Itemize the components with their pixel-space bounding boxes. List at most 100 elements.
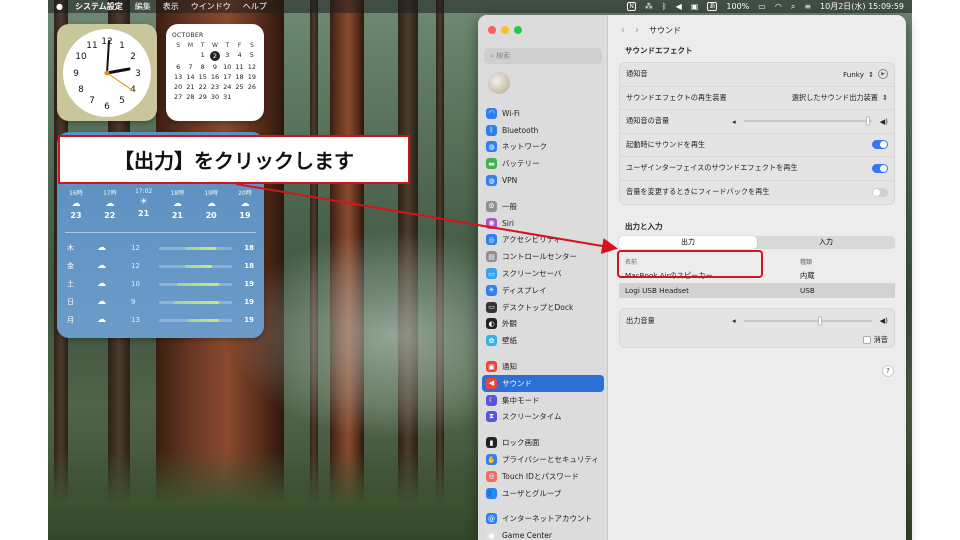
sidebar-item[interactable]: ⚙ 一般: [482, 198, 604, 215]
sidebar-item[interactable]: ◍ VPN: [482, 172, 604, 189]
alert-volume-slider[interactable]: [743, 116, 872, 127]
ui-effects-toggle[interactable]: [872, 163, 888, 173]
sidebar-search-input[interactable]: ⌕ 検索: [484, 48, 602, 64]
alert-volume-knob[interactable]: [865, 116, 870, 127]
sidebar-item[interactable]: 👥 ユーザとグループ: [482, 485, 604, 502]
sidebar-item[interactable]: ● Game Center: [482, 527, 604, 540]
battery-icon[interactable]: ▭: [758, 2, 766, 11]
sidebar-item[interactable]: ✋ プライバシーとセキュリティ: [482, 451, 604, 468]
sidebar-item[interactable]: ◍ ネットワーク: [482, 139, 604, 156]
sidebar-item[interactable]: ◉ Siri: [482, 215, 604, 232]
menu-help[interactable]: ヘルプ: [243, 1, 267, 12]
sidebar-item-label: ユーザとグループ: [502, 488, 562, 498]
control-center-icon[interactable]: ≡: [804, 2, 811, 11]
sidebar-item-label: Siri: [502, 218, 515, 228]
mute-checkbox[interactable]: [862, 335, 871, 344]
back-chevron-icon[interactable]: ‹: [621, 25, 625, 36]
day-high: 18: [244, 244, 254, 252]
volume-feedback-toggle[interactable]: [872, 187, 888, 197]
menu-view[interactable]: 表示: [163, 1, 179, 12]
sidebar-item[interactable]: @ インターネットアカウント: [482, 511, 604, 528]
calendar-day: 10: [223, 63, 232, 71]
sidebar-item[interactable]: ☾ 集中モード: [482, 392, 604, 409]
sidebar-item[interactable]: ✿ 壁紙: [482, 332, 604, 349]
sidebar-item[interactable]: ◐ 外観: [482, 316, 604, 333]
menu-datetime[interactable]: 10月2日(水) 15:09:59: [820, 1, 904, 12]
hour-temp: 21: [138, 209, 150, 218]
volume-icon[interactable]: ◀: [676, 2, 682, 11]
svg-text:12: 12: [101, 37, 112, 47]
bluetooth-icon[interactable]: ᛒ: [662, 2, 667, 11]
calendar-day: 26: [247, 83, 256, 91]
calendar-day: 7: [188, 63, 193, 71]
play-device-select[interactable]: 選択したサウンド出力装置: [792, 93, 878, 103]
hour-temp: 19: [239, 211, 251, 220]
calendar-weekday: S: [176, 42, 181, 49]
play-device-row[interactable]: サウンドエフェクトの再生装置 選択したサウンド出力装置 ⇕: [620, 87, 894, 110]
sidebar-item-label: Wi-Fi: [502, 108, 520, 118]
help-button[interactable]: ?: [882, 365, 894, 377]
sidebar-item[interactable]: ◎ アクセシビリティ: [482, 232, 604, 249]
output-volume-slider[interactable]: [743, 315, 872, 326]
minimize-button[interactable]: [501, 26, 509, 34]
apple-icon[interactable]: ●: [56, 2, 63, 11]
tab-input[interactable]: 入力: [757, 236, 895, 249]
sidebar-item-label: サウンド: [502, 378, 532, 388]
temp-range-fill: [188, 318, 219, 322]
calendar-widget[interactable]: OCTOBER S M T W T F S 1 2 3 4 5 6 7 8 9 10 11 12 13 14 15 16 17…: [166, 24, 264, 121]
forward-chevron-icon[interactable]: ›: [635, 25, 639, 36]
sidebar-item[interactable]: ▬ バッテリー: [482, 155, 604, 172]
sidebar-item[interactable]: ▭ スクリーンセーバ: [482, 265, 604, 282]
alert-sound-select[interactable]: Funky: [843, 70, 864, 79]
sidebar-item[interactable]: ☀ ディスプレイ: [482, 282, 604, 299]
close-button[interactable]: [488, 26, 496, 34]
sidebar-item-label: Game Center: [502, 531, 552, 540]
wifi-icon[interactable]: ◠: [775, 2, 782, 11]
record-icon[interactable]: ▣: [691, 2, 699, 11]
play-icon[interactable]: ▶: [878, 69, 888, 80]
zoom-button[interactable]: [514, 26, 522, 34]
temp-range-bar: [159, 246, 232, 250]
input-method-icon[interactable]: あ: [707, 2, 718, 11]
table-row[interactable]: Logi USB Headset USB: [619, 283, 895, 298]
speaker-low-icon: ◂: [732, 116, 736, 126]
alert-sound-row[interactable]: 通知音 Funky ⇕ ▶: [620, 63, 894, 87]
day-name: 土: [67, 280, 74, 288]
sidebar-item-label: コントロールセンター: [502, 252, 577, 262]
startup-sound-toggle[interactable]: [872, 140, 888, 150]
tray-extension-icon[interactable]: ⁂: [645, 2, 653, 11]
settings-category-icon: ▤: [486, 251, 497, 263]
svg-text:8: 8: [78, 85, 84, 95]
calendar-day: [233, 93, 245, 101]
svg-text:5: 5: [119, 96, 125, 106]
settings-category-icon: ⧗: [486, 411, 497, 423]
sidebar-item[interactable]: ▭ デスクトップとDock: [482, 299, 604, 316]
calendar-weekday: T: [225, 42, 230, 49]
settings-category-icon: ●: [486, 530, 497, 540]
output-volume-knob[interactable]: [818, 315, 823, 326]
sidebar-item[interactable]: ◠ Wi-Fi: [482, 105, 604, 122]
daily-row: 日 ☁ 9 19: [67, 293, 254, 311]
menu-edit[interactable]: 編集: [135, 1, 151, 12]
sidebar-item[interactable]: ▣ 通知: [482, 358, 604, 375]
sidebar-item[interactable]: ◎ Touch IDとパスワード: [482, 468, 604, 485]
sidebar-item[interactable]: ⧗ スクリーンタイム: [482, 409, 604, 426]
sidebar-item[interactable]: ◀ サウンド: [482, 374, 604, 392]
daily-row: 木 ☁ 12 18: [67, 239, 254, 257]
sidebar-item[interactable]: ᛒ Bluetooth: [482, 122, 604, 139]
clock-widget[interactable]: 12 1 2 345 678 9 10 11: [57, 24, 157, 121]
tray-n-icon[interactable]: N: [627, 2, 636, 11]
hourly-item: 16時 ☁ 23: [61, 188, 91, 220]
search-icon[interactable]: ⌕: [791, 2, 795, 12]
menu-app-name[interactable]: システム設定: [75, 1, 123, 12]
menu-window[interactable]: ウインドウ: [191, 1, 231, 12]
calendar-day: 30: [210, 93, 220, 101]
sidebar-item[interactable]: ▮ ロック画面: [482, 434, 604, 451]
user-avatar[interactable]: [488, 72, 510, 94]
hour-time: 19時: [204, 190, 218, 197]
sidebar-item-label: ロック画面: [502, 438, 540, 448]
tab-output[interactable]: 出力: [619, 236, 757, 249]
day-high: 19: [244, 280, 254, 288]
system-settings-window: ⌕ 検索 ◠ Wi-Fi ᛒ Bluetooth ◍ ネットワーク ▬ バッテリー ◍ VPN ⚙ 一…: [478, 15, 906, 540]
sidebar-item[interactable]: ▤ コントロールセンター: [482, 248, 604, 265]
